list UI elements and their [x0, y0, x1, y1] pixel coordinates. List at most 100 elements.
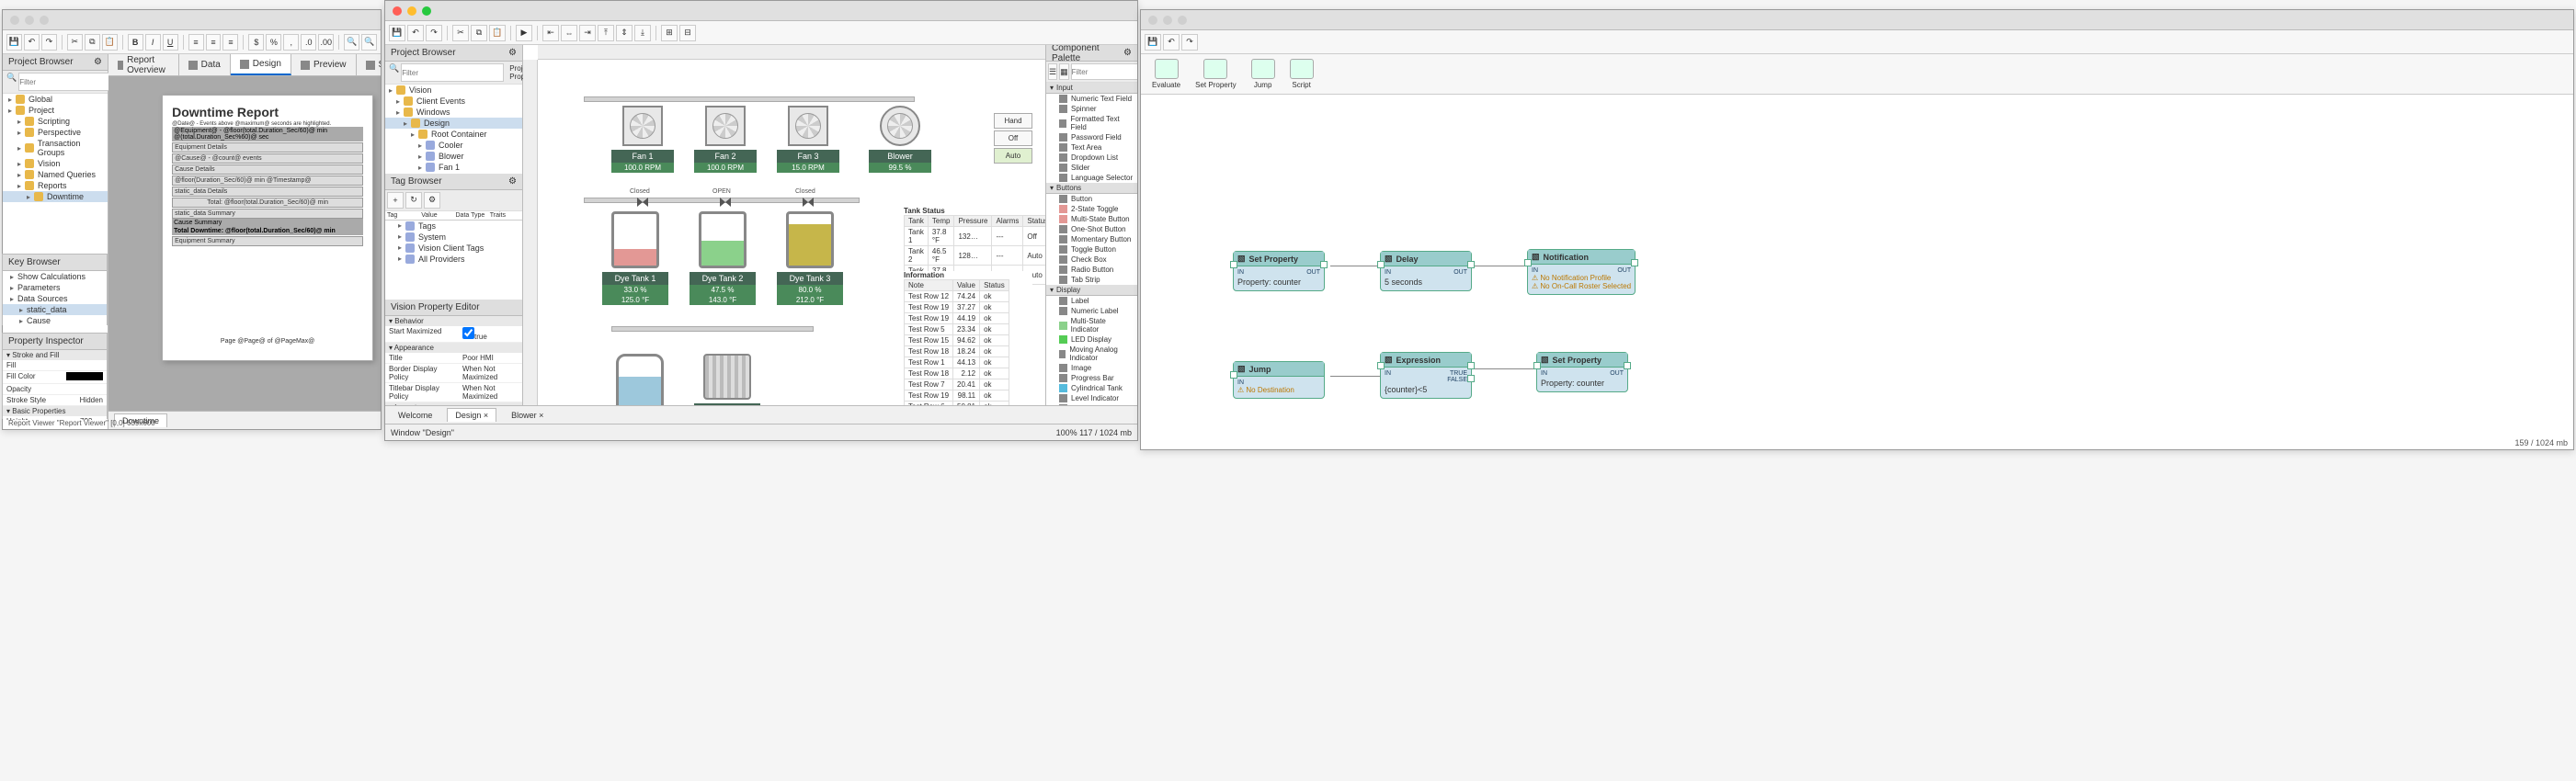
tree-item[interactable]: ▸Vision	[385, 85, 522, 96]
hand-button[interactable]: Hand	[994, 113, 1032, 129]
table-row[interactable]: Test Row 1594.62ok	[905, 335, 1009, 346]
filter-icon[interactable]: ⚙	[424, 192, 440, 209]
key-item[interactable]: ▸Parameters	[3, 282, 107, 293]
table-row[interactable]: Test Row 1274.24ok	[905, 291, 1009, 302]
copy-icon[interactable]: ⧉	[471, 25, 487, 41]
paste-icon[interactable]: 📋	[102, 34, 118, 51]
undo-icon[interactable]: ↶	[1163, 34, 1180, 51]
table-row[interactable]: Test Row 1998.11ok	[905, 390, 1009, 402]
tag-item[interactable]: ▸Vision Client Tags	[385, 243, 522, 254]
report-page[interactable]: Downtime Report @Date@ - Events above @m…	[162, 95, 373, 361]
pipeline-block-button[interactable]: Evaluate	[1152, 59, 1180, 89]
italic-icon[interactable]: I	[145, 34, 161, 51]
prop-category[interactable]: ▾ Appearance	[385, 343, 522, 353]
tag-col-header[interactable]: Data Type	[454, 211, 488, 220]
palette-item[interactable]: Label	[1046, 296, 1137, 306]
panel-gear-icon[interactable]: ⚙	[94, 57, 102, 67]
prop-row[interactable]: Border Display PolicyWhen Not Maximized	[385, 364, 522, 383]
palette-item[interactable]: Slider	[1046, 163, 1137, 173]
palette-filter-input[interactable]	[1071, 63, 1137, 80]
tag-col-header[interactable]: Tag	[385, 211, 419, 220]
tree-item[interactable]: ▸Windows	[385, 107, 522, 118]
align-center-icon[interactable]: ⇔	[561, 25, 577, 41]
table-row[interactable]: Test Row 650.81ok	[905, 402, 1009, 406]
minimize-icon[interactable]	[25, 16, 34, 25]
ungroup-icon[interactable]: ⊟	[679, 25, 696, 41]
report-tab[interactable]: Design	[231, 54, 291, 75]
table-header[interactable]: Status	[1023, 216, 1045, 227]
underline-icon[interactable]: U	[163, 34, 178, 51]
key-item[interactable]: ▸Data Sources	[3, 293, 107, 304]
pipeline-canvas[interactable]: ▧Set Property INOUT Property: counter ▧D…	[1141, 95, 2573, 449]
refresh-icon[interactable]: ↻	[405, 192, 422, 209]
fan-component[interactable]: Blower99.5 %	[869, 106, 931, 173]
tree-item[interactable]: ▸Scripting	[3, 116, 108, 127]
center-filter-input[interactable]	[401, 63, 504, 82]
report-tab[interactable]: Preview	[291, 54, 357, 75]
palette-group-header[interactable]: ▾Buttons	[1046, 183, 1137, 194]
palette-item[interactable]: Password Field	[1046, 132, 1137, 142]
palette-group-header[interactable]: ▾Input	[1046, 83, 1137, 94]
align-right-icon[interactable]: ≡	[222, 34, 238, 51]
palette-item[interactable]: Spinner	[1046, 104, 1137, 114]
palette-grid-icon[interactable]: ▦	[1059, 63, 1069, 80]
tree-item[interactable]: ▸Transaction Groups	[3, 138, 108, 158]
palette-item[interactable]: Cylindrical Tank	[1046, 383, 1137, 393]
fan-component[interactable]: Fan 315.0 RPM	[777, 106, 839, 173]
tank-component[interactable]: Dye Tank 380.0 %212.0 °F	[777, 211, 843, 305]
pipeline-block[interactable]: ▧Jump IN ⚠ No Destination	[1233, 361, 1325, 399]
prop-row[interactable]: Stroke StyleHidden	[3, 395, 107, 406]
panel-gear-icon[interactable]: ⚙	[508, 176, 517, 187]
tag-item[interactable]: ▸Tags	[385, 221, 522, 232]
prop-row[interactable]: Opacity	[3, 384, 107, 395]
table-row[interactable]: Test Row 144.13ok	[905, 357, 1009, 368]
comma-icon[interactable]: ,	[283, 34, 299, 51]
zoom-out-icon[interactable]: 🔍	[361, 34, 377, 51]
panel-gear-icon[interactable]: ⚙	[508, 48, 517, 58]
tree-item[interactable]: ▸Cooler	[385, 140, 522, 151]
dollar-icon[interactable]: $	[248, 34, 264, 51]
tree-item[interactable]: ▸Project	[3, 105, 108, 116]
panel-gear-icon[interactable]: ⚙	[1123, 48, 1132, 58]
tree-item[interactable]: ▸Root Container	[385, 129, 522, 140]
right-titlebar[interactable]	[1141, 10, 2573, 30]
fan-component[interactable]: Fan 2100.0 RPM	[694, 106, 757, 173]
bottom-tab[interactable]: Design ×	[447, 408, 496, 422]
off-button[interactable]: Off	[994, 130, 1032, 146]
undo-icon[interactable]: ↶	[24, 34, 40, 51]
pipeline-block[interactable]: ▧Delay INOUT 5 seconds	[1380, 251, 1472, 291]
cut-icon[interactable]: ✂	[452, 25, 469, 41]
bold-icon[interactable]: B	[128, 34, 143, 51]
table-row[interactable]: Test Row 1818.24ok	[905, 346, 1009, 357]
prop-row[interactable]: Fill	[3, 360, 107, 371]
bottom-tab[interactable]: Blower ×	[504, 409, 551, 422]
minimize-icon[interactable]	[407, 6, 416, 16]
redo-icon[interactable]: ↷	[1181, 34, 1198, 51]
auto-button[interactable]: Auto	[994, 148, 1032, 164]
align-left-icon[interactable]: ⇤	[542, 25, 559, 41]
copy-icon[interactable]: ⧉	[85, 34, 100, 51]
table-row[interactable]: Test Row 523.34ok	[905, 324, 1009, 335]
palette-item[interactable]: Language Selector	[1046, 173, 1137, 183]
table-header[interactable]: Alarms	[992, 216, 1023, 227]
minimize-icon[interactable]	[1163, 16, 1172, 25]
pipeline-block-button[interactable]: Jump	[1251, 59, 1275, 89]
cut-icon[interactable]: ✂	[67, 34, 83, 51]
paste-icon[interactable]: 📋	[489, 25, 506, 41]
save-icon[interactable]: 💾	[6, 34, 22, 51]
tree-item[interactable]: ▸Downtime	[3, 191, 108, 202]
table-row[interactable]: Test Row 1937.27ok	[905, 302, 1009, 313]
prop-category[interactable]: ▾ Behavior	[385, 316, 522, 326]
pipeline-block[interactable]: ▧Set Property INOUT Property: counter	[1536, 352, 1628, 392]
align-middle-icon[interactable]: ⇕	[616, 25, 633, 41]
pipeline-block-button[interactable]: Script	[1290, 59, 1314, 89]
palette-item[interactable]: Formatted Text Field	[1046, 114, 1137, 132]
tree-item[interactable]: ▸Design	[385, 118, 522, 129]
design-canvas[interactable]: Hand Off Auto Tank Status TankTempPressu…	[523, 45, 1045, 405]
palette-item[interactable]: Text Area	[1046, 142, 1137, 153]
valve-icon[interactable]	[803, 198, 814, 207]
tree-item[interactable]: ▸Vision	[3, 158, 108, 169]
palette-item[interactable]: 2-State Toggle	[1046, 204, 1137, 214]
palette-item[interactable]: Image	[1046, 363, 1137, 373]
dec-inc-icon[interactable]: .0	[301, 34, 316, 51]
